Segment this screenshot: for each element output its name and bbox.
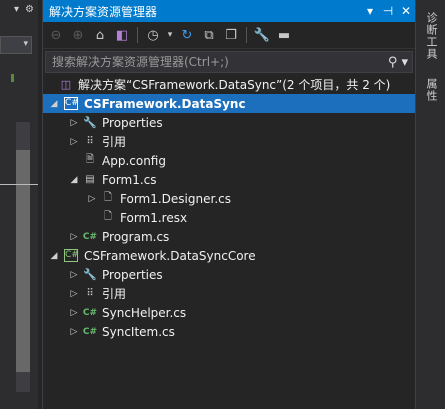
- tree-row-synchelper[interactable]: ▷ C# SyncHelper.cs: [43, 303, 415, 322]
- refresh-icon[interactable]: ↻: [178, 26, 196, 44]
- tree-row-app-config[interactable]: 🗎 App.config: [43, 151, 415, 170]
- tree-item-label: Form1.Designer.cs: [120, 191, 231, 206]
- panel-title: 解决方案资源管理器: [49, 4, 158, 19]
- chevron-down-icon[interactable]: ▾: [166, 26, 174, 44]
- collapse-arrow-icon[interactable]: ▷: [67, 289, 81, 299]
- csharp-project-icon: C#: [64, 97, 79, 110]
- project-label: CSFramework.DataSyncCore: [84, 248, 256, 263]
- close-icon[interactable]: ✕: [397, 4, 415, 18]
- collapse-arrow-icon[interactable]: ▷: [85, 194, 99, 204]
- search-box[interactable]: ⚲ ▾: [45, 51, 413, 73]
- config-file-icon: 🗎: [85, 154, 95, 165]
- collapse-arrow-icon[interactable]: ▷: [67, 232, 81, 242]
- panel-toolbar: ⊖ ⊕ ⌂ ◧ ◷ ▾ ↻ ⧉ ❐ 🔧 ▬: [43, 22, 415, 49]
- form-icon: ▤: [85, 174, 95, 185]
- home-icon[interactable]: ⌂: [91, 26, 109, 44]
- vs-icon[interactable]: ◧: [113, 26, 131, 44]
- references-icon: ⠿: [86, 288, 94, 299]
- tree-row-properties[interactable]: ▷ 🔧 Properties: [43, 113, 415, 132]
- csharp-project-icon: C#: [64, 249, 79, 262]
- tree-row-solution[interactable]: ◫ 解决方案“CSFramework.DataSync”(2 个项目，共 2 个…: [43, 75, 415, 94]
- tab-properties[interactable]: 属性: [423, 78, 439, 102]
- search-icon[interactable]: ⚲ ▾: [384, 55, 412, 70]
- csharp-file-icon: C#: [82, 307, 98, 318]
- csharp-file-icon: C#: [82, 231, 98, 242]
- tree-row-references[interactable]: ▷ ⠿ 引用: [43, 132, 415, 151]
- tree-row-project-datasync[interactable]: ◢ C# CSFramework.DataSync: [43, 94, 415, 113]
- tree-item-label: Program.cs: [102, 229, 170, 244]
- solution-icon: ◫: [60, 78, 72, 91]
- resource-file-icon: 🗋: [103, 211, 113, 222]
- gear-icon[interactable]: ⚙: [25, 4, 34, 15]
- chevron-down-icon[interactable]: ▾: [14, 4, 19, 15]
- tree-row-form1-designer[interactable]: ▷ 🗋 Form1.Designer.cs: [43, 189, 415, 208]
- member-dropdown[interactable]: ▾: [0, 36, 32, 54]
- toolbar-separator: [246, 27, 247, 43]
- tree-row-project-datasynccore[interactable]: ◢ C# CSFramework.DataSyncCore: [43, 246, 415, 265]
- collapse-arrow-icon[interactable]: ▷: [67, 270, 81, 280]
- solution-tree: ◫ 解决方案“CSFramework.DataSync”(2 个项目，共 2 个…: [43, 75, 415, 341]
- right-tab-strip: 诊断工具 属性: [415, 0, 445, 409]
- tree-item-label: App.config: [102, 153, 166, 168]
- properties-wrench-icon[interactable]: 🔧: [253, 26, 271, 44]
- expand-arrow-icon[interactable]: ◢: [47, 251, 61, 261]
- chevron-down-icon: ▾: [23, 39, 28, 49]
- tree-item-label: SyncItem.cs: [102, 324, 175, 339]
- search-input[interactable]: [50, 54, 384, 70]
- wrench-icon: 🔧: [83, 116, 97, 129]
- designer-file-icon: 🗋: [103, 192, 113, 203]
- editor-strip-toolbar: ▾ ⚙: [0, 0, 38, 19]
- tree-row-syncitem[interactable]: ▷ C# SyncItem.cs: [43, 322, 415, 341]
- tree-item-label: 引用: [102, 287, 127, 301]
- tree-item-label: Properties: [102, 267, 163, 282]
- project-label: CSFramework.DataSync: [84, 96, 246, 111]
- csharp-file-icon: C#: [82, 326, 98, 337]
- show-all-files-icon[interactable]: ❐: [222, 26, 240, 44]
- collapse-arrow-icon[interactable]: ▷: [67, 308, 81, 318]
- window-position-dropdown-icon[interactable]: ▾: [361, 4, 379, 18]
- back-icon[interactable]: ⊖: [47, 26, 65, 44]
- tree-item-label: Form1.resx: [120, 210, 188, 225]
- scroll-marker: [0, 184, 38, 185]
- auto-hide-pin-icon[interactable]: ⊣: [379, 4, 397, 18]
- tree-row-form1-resx[interactable]: 🗋 Form1.resx: [43, 208, 415, 227]
- tree-row-references[interactable]: ▷ ⠿ 引用: [43, 284, 415, 303]
- preview-icon[interactable]: ▬: [275, 26, 293, 44]
- collapse-arrow-icon[interactable]: ▷: [67, 118, 81, 128]
- collapse-all-icon[interactable]: ⧉: [200, 26, 218, 44]
- references-icon: ⠿: [86, 136, 94, 147]
- expand-arrow-icon[interactable]: ◢: [47, 99, 61, 109]
- solution-explorer-panel: 解决方案资源管理器 ▾ ⊣ ✕ ⊖ ⊕ ⌂ ◧ ◷ ▾ ↻ ⧉ ❐ 🔧 ▬ ⚲ …: [42, 0, 415, 409]
- panel-titlebar[interactable]: 解决方案资源管理器 ▾ ⊣ ✕: [43, 0, 415, 22]
- tab-diagnostics-tools[interactable]: 诊断工具: [423, 12, 439, 60]
- tree-item-label: 引用: [102, 135, 127, 149]
- wrench-icon: 🔧: [83, 268, 97, 281]
- collapse-arrow-icon[interactable]: ▷: [67, 137, 81, 147]
- forward-icon[interactable]: ⊕: [69, 26, 87, 44]
- editor-strip: ▾ ⚙ ▾: [0, 0, 38, 409]
- tree-row-properties[interactable]: ▷ 🔧 Properties: [43, 265, 415, 284]
- tree-row-program[interactable]: ▷ C# Program.cs: [43, 227, 415, 246]
- change-marker: [11, 74, 14, 82]
- tree-row-form1[interactable]: ◢ ▤ Form1.cs: [43, 170, 415, 189]
- toolbar-separator: [137, 27, 138, 43]
- tree-item-label: SyncHelper.cs: [102, 305, 187, 320]
- expand-arrow-icon[interactable]: ◢: [67, 175, 81, 185]
- tree-item-label: Form1.cs: [102, 172, 157, 187]
- collapse-arrow-icon[interactable]: ▷: [67, 327, 81, 337]
- solution-label: 解决方案“CSFramework.DataSync”(2 个项目，共 2 个): [78, 78, 391, 92]
- tree-item-label: Properties: [102, 115, 163, 130]
- history-icon[interactable]: ◷: [144, 26, 162, 44]
